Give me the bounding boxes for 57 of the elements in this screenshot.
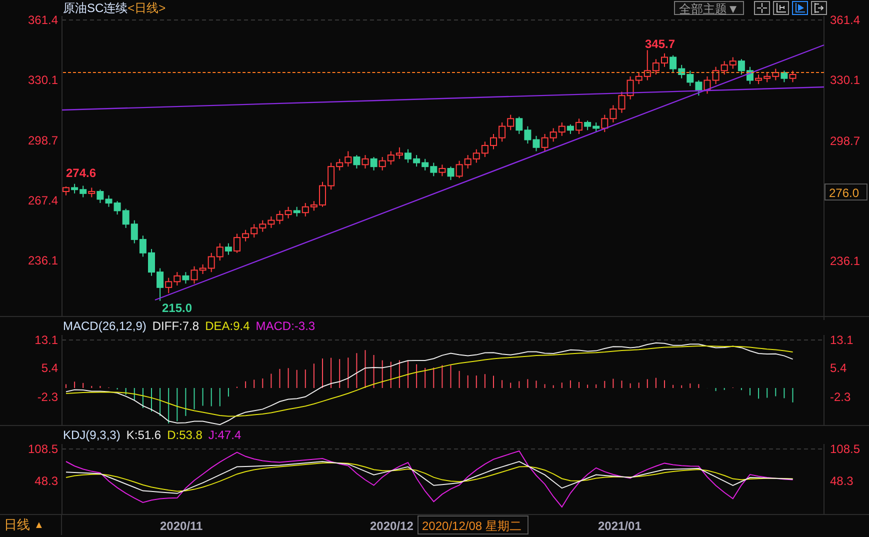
- candle: [234, 233, 240, 254]
- toolbar-button[interactable]: [754, 1, 770, 15]
- candle: [62, 186, 70, 196]
- axis-label: 330.1: [830, 73, 860, 87]
- period-tab[interactable]: 日线: [4, 516, 30, 534]
- axis-label: 298.7: [28, 133, 58, 148]
- play-axis-icon: [795, 3, 805, 13]
- axis-label: 330.1: [28, 73, 58, 88]
- axis-label: 48.3: [830, 474, 854, 488]
- price-annotation: 215.0: [162, 301, 192, 315]
- indicator-label: MACD(26,12,9): [63, 319, 146, 333]
- j-value: J:47.4: [208, 428, 242, 442]
- axis-label: 13.1: [34, 333, 58, 347]
- theme-dropdown[interactable]: 全部主题▼: [674, 1, 744, 15]
- macd-value: MACD:-3.3: [256, 319, 316, 333]
- d-value: D:53.8: [167, 428, 202, 442]
- axis-icon: [776, 3, 786, 13]
- toolbar-button[interactable]: [811, 1, 827, 15]
- cursor-date-label: 2020/12/08 星期二: [418, 516, 528, 534]
- axis-label: 236.1: [830, 254, 860, 268]
- axis-label: 5.4: [830, 361, 847, 375]
- dea-value: DEA:9.4: [205, 319, 250, 333]
- k-value: K:51.6: [126, 428, 162, 442]
- candle: [319, 181, 326, 208]
- chart-title: 原油SC连续: [63, 0, 128, 16]
- indicator-label: KDJ(9,3,3): [63, 428, 120, 442]
- candle: [661, 52, 668, 68]
- candle: [148, 248, 155, 276]
- toolbar-button[interactable]: [792, 1, 808, 15]
- period-label: <日线>: [128, 0, 166, 16]
- axis-label: 108.5: [830, 442, 860, 456]
- axis-label: 13.1: [830, 333, 854, 347]
- axis-label: 5.4: [41, 361, 58, 375]
- candle: [490, 133, 497, 150]
- candle: [576, 118, 582, 134]
- date-axis-label: 2021/01: [598, 519, 642, 533]
- toolbar-button[interactable]: [773, 1, 789, 15]
- price-annotation: 345.7: [645, 37, 676, 51]
- axis-label: 361.4: [28, 13, 58, 28]
- axis-label: 361.4: [830, 13, 860, 27]
- axis-label: 267.4: [28, 193, 58, 208]
- current-price-label: 276.0: [824, 184, 868, 200]
- axis-label: 108.5: [28, 442, 58, 456]
- price-annotation: 274.6: [66, 166, 96, 180]
- axis-label: 298.7: [830, 134, 860, 148]
- axis-label: 236.1: [28, 253, 58, 268]
- date-axis-label: 2020/11: [160, 519, 203, 533]
- candle: [746, 66, 754, 85]
- date-axis-label: 2020/12: [370, 519, 414, 533]
- axis-label: -2.3: [37, 390, 58, 404]
- diff-value: DIFF:7.8: [152, 319, 200, 333]
- axis-label: -2.3: [830, 390, 851, 404]
- shift-right-icon: [814, 3, 824, 13]
- expand-arrow[interactable]: ▲: [34, 520, 44, 530]
- candle: [404, 148, 412, 164]
- crosshair-icon: [757, 3, 767, 13]
- axis-label: 48.3: [34, 474, 58, 488]
